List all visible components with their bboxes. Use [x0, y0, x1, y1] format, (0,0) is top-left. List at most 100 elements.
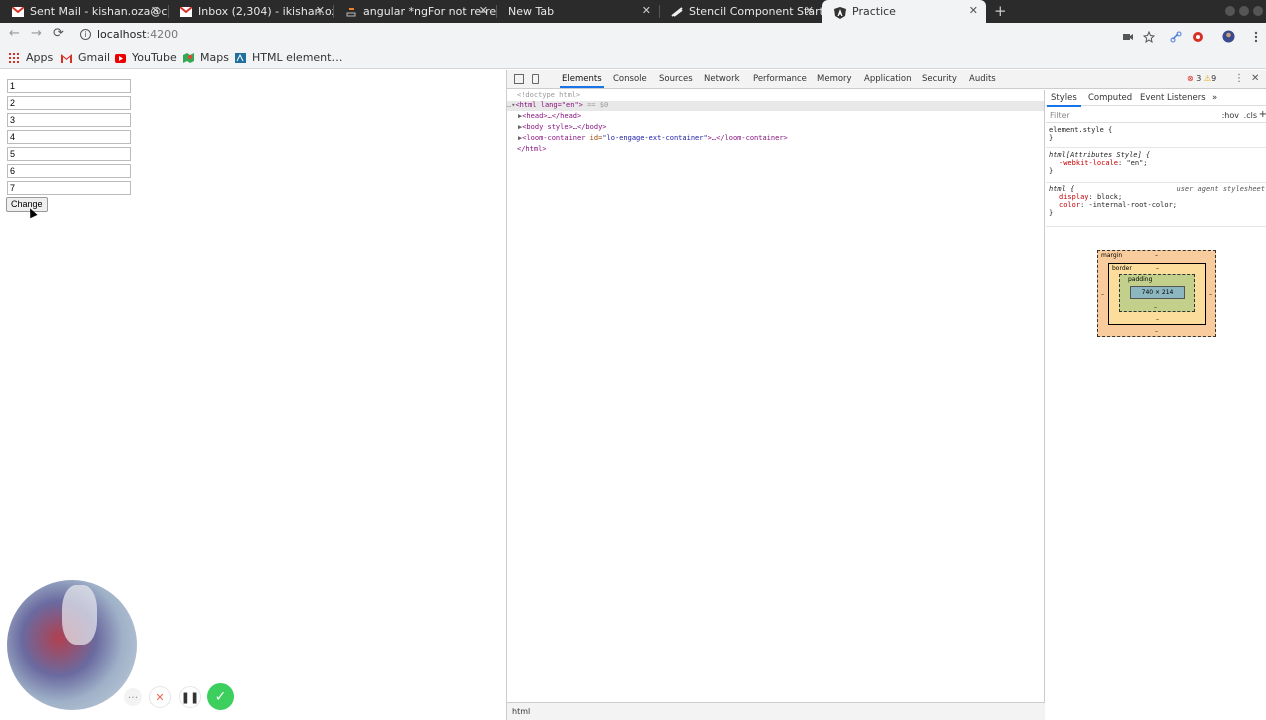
close-icon[interactable]: ✕	[151, 4, 160, 17]
tab-stackoverflow[interactable]: angular *ngFor not re-re ✕	[333, 0, 496, 23]
tab-stencil[interactable]: Stencil Component Start ✕	[659, 0, 822, 23]
tab-computed[interactable]: Computed	[1088, 93, 1132, 103]
tab-performance[interactable]: Performance	[753, 74, 807, 84]
new-rule-icon[interactable]: +	[1259, 109, 1266, 120]
address-bar[interactable]: i localhost:4200	[80, 28, 178, 41]
number-input[interactable]: 3	[7, 113, 131, 127]
number-input[interactable]: 5	[7, 147, 131, 161]
number-input[interactable]: 4	[7, 130, 131, 144]
box-model-content[interactable]: 740 × 214	[1130, 286, 1185, 299]
elements-breadcrumb[interactable]: html	[507, 702, 1045, 720]
tab-network[interactable]: Network	[704, 74, 740, 84]
tab-title: Stencil Component Start	[689, 5, 822, 18]
dom-loom-node[interactable]: ▶<loom-container id="lo-engage-ext-conta…	[518, 134, 788, 144]
rule-element-style[interactable]: element.style { }	[1046, 126, 1266, 148]
bookmark-maps[interactable]: Maps	[183, 51, 229, 64]
styles-filter[interactable]: Filter :hov .cls +	[1046, 107, 1266, 123]
new-tab-button[interactable]: +	[994, 2, 1007, 20]
rule-value: : "en";	[1118, 159, 1148, 167]
bookmark-mdn[interactable]: HTML element…	[235, 51, 342, 64]
rule-attributes-style[interactable]: html[Attributes Style] { -webkit-locale:…	[1046, 151, 1266, 183]
more-tabs-icon[interactable]: »	[1212, 93, 1217, 103]
minimize-button[interactable]	[1225, 6, 1235, 16]
star-icon[interactable]	[1142, 28, 1156, 44]
tab-sent-mail[interactable]: Sent Mail - kishan.oza@c ✕	[0, 0, 168, 23]
more-icon[interactable]: ···	[124, 688, 142, 706]
rule-html[interactable]: html { user agent stylesheet display: bl…	[1046, 185, 1266, 227]
stencil-icon	[671, 6, 683, 17]
tab-security[interactable]: Security	[922, 74, 957, 84]
tab-memory[interactable]: Memory	[817, 74, 852, 84]
pause-recording-button[interactable]: ❚❚	[179, 686, 201, 708]
close-icon[interactable]: ✕	[316, 4, 325, 17]
dom-body-node[interactable]: ▶<body style>…</body>	[518, 123, 607, 133]
forward-icon[interactable]: →	[31, 26, 42, 41]
box-model-border[interactable]: border – – padding – 740 × 214	[1108, 263, 1206, 325]
close-window-button[interactable]	[1253, 6, 1263, 16]
maximize-button[interactable]	[1239, 6, 1249, 16]
cls-toggle[interactable]: .cls	[1244, 111, 1257, 120]
warning-icon: ⚠	[1203, 74, 1212, 83]
tab-console[interactable]: Console	[613, 74, 647, 84]
devtools-close-icon[interactable]: ✕	[1251, 73, 1259, 84]
extension-icon[interactable]	[1192, 28, 1204, 42]
tab-event-listeners[interactable]: Event Listeners	[1140, 93, 1206, 103]
number-input[interactable]: 1	[7, 79, 131, 93]
browser-toolbar: ← → ⟳ i localhost:4200	[0, 23, 1266, 47]
devtools-panel: Elements Console Sources Network Perform…	[506, 70, 1266, 720]
rule-value: : -internal-root-color;	[1080, 201, 1178, 209]
tab-styles[interactable]: Styles	[1047, 93, 1081, 107]
rule-close: }	[1049, 134, 1054, 142]
breadcrumb-html[interactable]: html	[512, 707, 530, 716]
error-icon: ⊗	[1187, 74, 1194, 83]
tab-new-tab[interactable]: New Tab ✕	[496, 0, 659, 23]
profile-avatar[interactable]	[1222, 28, 1235, 43]
finish-recording-button[interactable]: ✓	[207, 683, 234, 710]
close-icon[interactable]: ✕	[805, 4, 814, 17]
info-icon[interactable]: i	[80, 29, 91, 40]
tab-sources[interactable]: Sources	[659, 74, 693, 84]
rule-close: }	[1049, 167, 1054, 175]
devtools-menu-icon[interactable]: ⋮	[1234, 73, 1244, 84]
rule-property: -webkit-locale	[1059, 159, 1119, 167]
bookmark-apps[interactable]: Apps	[9, 51, 53, 64]
hov-toggle[interactable]: :hov	[1222, 111, 1239, 120]
box-model-margin[interactable]: margin – – – – border – – padding – 740 …	[1097, 250, 1216, 337]
tab-application[interactable]: Application	[864, 74, 912, 84]
cancel-recording-button[interactable]: ✕	[149, 686, 171, 708]
number-input[interactable]: 7	[7, 181, 131, 195]
tab-title: Inbox (2,304) - ikishan.oz	[198, 5, 333, 18]
close-icon[interactable]: ✕	[479, 4, 488, 17]
tab-title: Sent Mail - kishan.oza@c	[30, 5, 168, 18]
close-icon[interactable]: ✕	[969, 4, 978, 17]
number-input[interactable]: 6	[7, 164, 131, 178]
gmail-icon	[11, 5, 25, 17]
tab-title: Practice	[852, 5, 896, 18]
dom-doctype[interactable]: <!doctype html>	[517, 91, 580, 101]
tab-audits[interactable]: Audits	[969, 74, 996, 84]
dom-head-node[interactable]: ▶<head>…</head>	[518, 112, 581, 122]
filter-input[interactable]: Filter	[1050, 111, 1070, 120]
webcam-bubble[interactable]	[7, 580, 137, 710]
menu-icon[interactable]	[1250, 28, 1262, 43]
inspect-icon[interactable]	[514, 74, 524, 84]
camera-icon[interactable]	[1122, 28, 1134, 40]
url-port: :4200	[146, 28, 179, 41]
box-model-padding[interactable]: padding – 740 × 214	[1119, 274, 1195, 312]
error-warning-badge[interactable]: ⊗ 3 ⚠9	[1187, 74, 1216, 83]
bookmark-label: Gmail	[78, 51, 111, 64]
device-toggle-icon[interactable]	[532, 74, 539, 84]
elements-tree: <!doctype html> …▾<html lang="en"> == $0…	[507, 90, 1045, 702]
bookmark-youtube[interactable]: YouTube	[115, 51, 177, 64]
tab-practice[interactable]: Practice ✕	[822, 0, 986, 23]
bookmark-gmail[interactable]: Gmail	[61, 51, 110, 64]
back-icon[interactable]: ←	[9, 26, 20, 41]
dom-html-node[interactable]: …▾<html lang="en"> == $0	[507, 101, 1044, 111]
close-icon[interactable]: ✕	[642, 4, 651, 17]
tab-elements[interactable]: Elements	[560, 74, 604, 88]
link-icon[interactable]	[1170, 28, 1182, 43]
reload-icon[interactable]: ⟳	[53, 26, 64, 41]
number-input[interactable]: 2	[7, 96, 131, 110]
styles-pane: Styles Computed Event Listeners » Filter…	[1046, 90, 1266, 720]
tab-inbox[interactable]: Inbox (2,304) - ikishan.oz ✕	[168, 0, 333, 23]
